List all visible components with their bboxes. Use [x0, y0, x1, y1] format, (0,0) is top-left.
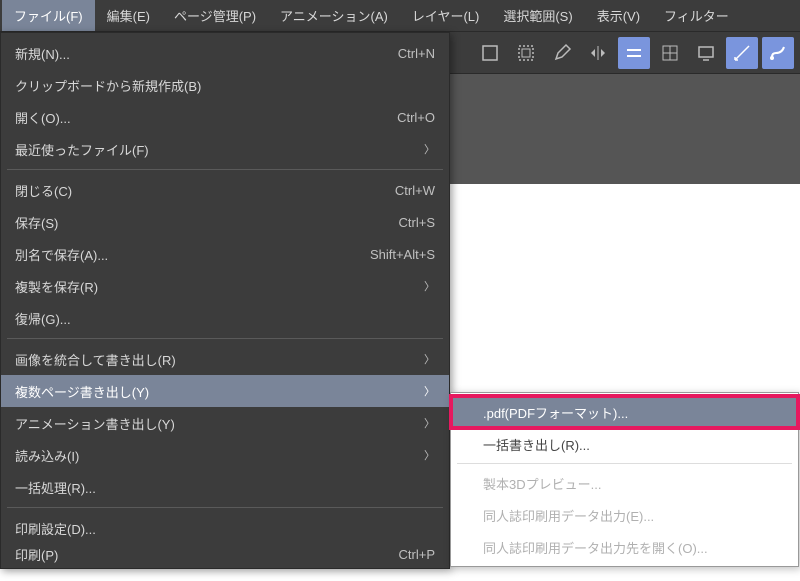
menu-item-new-shortcut: Ctrl+N: [398, 46, 435, 61]
chevron-right-icon: 〉: [424, 383, 435, 399]
submenu-item-label: 同人誌印刷用データ出力先を開く(O)...: [483, 538, 708, 557]
menu-item-shortcut: Ctrl+W: [395, 183, 435, 198]
menu-item-label: 閉じる(C): [15, 181, 375, 200]
menu-selection[interactable]: 選択範囲(S): [491, 0, 584, 31]
menu-item-batch[interactable]: 一括処理(R)...: [1, 471, 449, 503]
menu-item-close[interactable]: 閉じる(C) Ctrl+W: [1, 174, 449, 206]
submenu-separator: [457, 463, 792, 464]
menu-item-recent-files[interactable]: 最近使ったファイル(F) 〉: [1, 133, 449, 165]
toolbar-frame-dash-icon[interactable]: [510, 37, 542, 69]
menu-layer[interactable]: レイヤー(L): [400, 0, 492, 31]
chevron-right-icon: 〉: [424, 278, 435, 294]
menu-selection-label: 選択範囲(S): [503, 6, 572, 25]
menu-item-label: 別名で保存(A)...: [15, 245, 350, 264]
menu-layer-label: レイヤー(L): [412, 6, 480, 25]
submenu-item-3d-preview: 製本3Dプレビュー...: [451, 467, 798, 499]
menu-animation-label: アニメーション(A): [280, 6, 388, 25]
menu-item-open[interactable]: 開く(O)... Ctrl+O: [1, 101, 449, 133]
toolbar-frame-icon[interactable]: [474, 37, 506, 69]
menu-item-export-flatten[interactable]: 画像を統合して書き出し(R) 〉: [1, 343, 449, 375]
menu-item-print-settings[interactable]: 印刷設定(D)...: [1, 512, 449, 544]
menu-separator: [7, 169, 443, 170]
menu-item-new-label: 新規(N)...: [15, 44, 378, 63]
menu-edit-label: 編集(E): [107, 6, 150, 25]
toolbar-brush-icon[interactable]: [762, 37, 794, 69]
menu-item-save[interactable]: 保存(S) Ctrl+S: [1, 206, 449, 238]
menu-separator: [7, 507, 443, 508]
submenu-item-doujin-export: 同人誌印刷用データ出力(E)...: [451, 499, 798, 531]
menu-page[interactable]: ページ管理(P): [162, 0, 268, 31]
menu-item-label: 印刷(P): [15, 545, 379, 564]
menu-item-export-multipage[interactable]: 複数ページ書き出し(Y) 〉: [1, 375, 449, 407]
menubar: ファイル(F) 編集(E) ページ管理(P) アニメーション(A) レイヤー(L…: [0, 0, 800, 32]
submenu-item-label: 製本3Dプレビュー...: [483, 474, 601, 493]
menu-item-save-as[interactable]: 別名で保存(A)... Shift+Alt+S: [1, 238, 449, 270]
toolbar-flip-icon[interactable]: [582, 37, 614, 69]
menu-item-print[interactable]: 印刷(P) Ctrl+P: [1, 544, 449, 564]
menu-item-label: 複数ページ書き出し(Y): [15, 382, 424, 401]
menu-file-label: ファイル(F): [14, 6, 83, 25]
toolbar-monitor-icon[interactable]: [690, 37, 722, 69]
menu-item-label: 一括処理(R)...: [15, 478, 435, 497]
menu-view-label: 表示(V): [597, 6, 640, 25]
menu-item-new-from-clipboard[interactable]: クリップボードから新規作成(B): [1, 69, 449, 101]
menu-item-label: クリップボードから新規作成(B): [15, 76, 435, 95]
submenu-item-doujin-open-folder: 同人誌印刷用データ出力先を開く(O)...: [451, 531, 798, 563]
menu-item-label: 画像を統合して書き出し(R): [15, 350, 424, 369]
chevron-right-icon: 〉: [424, 351, 435, 367]
menu-item-export-animation[interactable]: アニメーション書き出し(Y) 〉: [1, 407, 449, 439]
menu-item-label: 複製を保存(R): [15, 277, 424, 296]
menu-item-shortcut: Ctrl+S: [399, 215, 435, 230]
menu-file[interactable]: ファイル(F): [2, 0, 95, 31]
toolbar-ruler-icon[interactable]: [726, 37, 758, 69]
chevron-right-icon: 〉: [424, 415, 435, 431]
file-menu-dropdown: 新規(N)... Ctrl+N クリップボードから新規作成(B) 開く(O)..…: [0, 32, 450, 569]
toolbar-pen-icon[interactable]: [546, 37, 578, 69]
menu-animation[interactable]: アニメーション(A): [268, 0, 400, 31]
menu-view[interactable]: 表示(V): [585, 0, 652, 31]
submenu-item-label: 同人誌印刷用データ出力(E)...: [483, 506, 654, 525]
toolbar-grid-active-icon[interactable]: [618, 37, 650, 69]
toolbar-grid-icon[interactable]: [654, 37, 686, 69]
menu-filter[interactable]: フィルター: [652, 0, 741, 31]
submenu-item-pdf[interactable]: .pdf(PDFフォーマット)...: [451, 396, 798, 428]
menu-item-new[interactable]: 新規(N)... Ctrl+N: [1, 37, 449, 69]
chevron-right-icon: 〉: [424, 141, 435, 157]
menu-item-shortcut: Ctrl+P: [399, 547, 435, 562]
menu-item-label: 最近使ったファイル(F): [15, 140, 424, 159]
menu-item-label: 開く(O)...: [15, 108, 377, 127]
export-multipage-submenu: .pdf(PDFフォーマット)... 一括書き出し(R)... 製本3Dプレビュ…: [450, 392, 799, 567]
menu-page-label: ページ管理(P): [174, 6, 256, 25]
submenu-item-batch-export[interactable]: 一括書き出し(R)...: [451, 428, 798, 460]
menu-edit[interactable]: 編集(E): [95, 0, 162, 31]
chevron-right-icon: 〉: [424, 447, 435, 463]
menu-filter-label: フィルター: [664, 6, 729, 25]
menu-item-import[interactable]: 読み込み(I) 〉: [1, 439, 449, 471]
menu-item-label: 保存(S): [15, 213, 379, 232]
menu-item-label: 印刷設定(D)...: [15, 519, 435, 538]
menu-item-shortcut: Ctrl+O: [397, 110, 435, 125]
menu-item-label: アニメーション書き出し(Y): [15, 414, 424, 433]
submenu-item-label: .pdf(PDFフォーマット)...: [483, 403, 628, 422]
submenu-item-label: 一括書き出し(R)...: [483, 435, 590, 454]
menu-item-revert[interactable]: 復帰(G)...: [1, 302, 449, 334]
menu-item-label: 読み込み(I): [15, 446, 424, 465]
menu-separator: [7, 338, 443, 339]
menu-item-shortcut: Shift+Alt+S: [370, 247, 435, 262]
menu-item-save-duplicate[interactable]: 複製を保存(R) 〉: [1, 270, 449, 302]
menu-item-label: 復帰(G)...: [15, 309, 435, 328]
